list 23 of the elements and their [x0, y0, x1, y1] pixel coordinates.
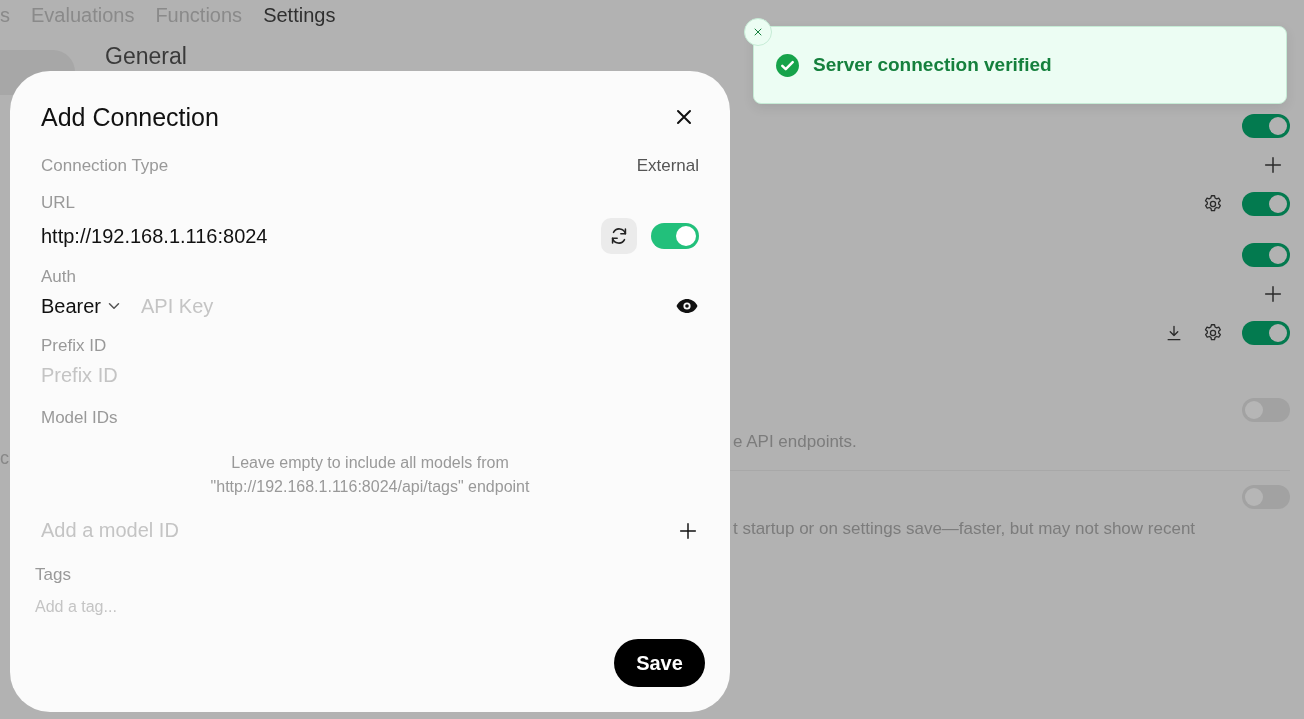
- toggle-switch[interactable]: [651, 223, 699, 249]
- hint-text: Leave empty to include all models from "http://192.168.1.116:8024/api/tags" endpoint: [209, 453, 531, 497]
- section-title: General: [105, 42, 187, 70]
- connection-type-value[interactable]: External: [636, 156, 699, 176]
- field-label: URL: [41, 192, 76, 214]
- refresh-button[interactable]: [601, 218, 637, 254]
- toggle-switch[interactable]: [1242, 191, 1290, 216]
- field-label: Auth: [41, 266, 77, 288]
- field-label: Prefix ID: [41, 335, 108, 357]
- url-field[interactable]: http://192.168.1.116:8024: [41, 224, 268, 248]
- toggle-switch[interactable]: [1242, 113, 1290, 138]
- toast-message: Server connection verified: [813, 54, 1052, 76]
- field-label: Tags: [35, 564, 72, 586]
- field-label: Model IDs: [41, 407, 119, 429]
- save-button[interactable]: Save: [614, 639, 705, 687]
- auth-method-dropdown[interactable]: Bearer: [41, 294, 124, 318]
- toggle-switch[interactable]: [1242, 242, 1290, 267]
- nav-tab[interactable]: Settings: [263, 4, 336, 32]
- close-icon: [752, 26, 764, 38]
- field-label: Connection Type: [41, 155, 169, 177]
- check-circle-icon: [775, 52, 800, 78]
- dialog-title: Add Connection: [41, 102, 219, 132]
- toggle-switch[interactable]: [1242, 320, 1290, 345]
